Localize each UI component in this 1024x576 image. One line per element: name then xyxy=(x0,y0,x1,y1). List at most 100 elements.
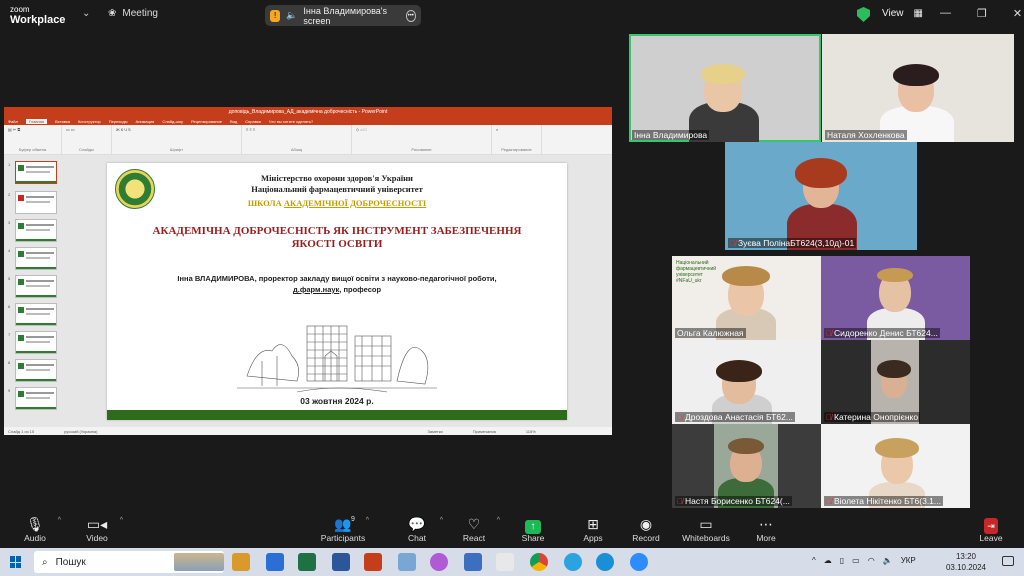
participants-button[interactable]: 👥 9 Participants ^ xyxy=(315,515,371,543)
security-app-icon[interactable] xyxy=(464,553,482,571)
battery-icon[interactable]: ▭ xyxy=(852,556,860,565)
slide-thumbnail[interactable]: 4 xyxy=(8,247,57,270)
ppt-tab[interactable]: Конструктор xyxy=(78,119,101,124)
zoom-taskbar-icon[interactable] xyxy=(630,553,648,571)
audio-button[interactable]: 🎙 Audio ^ xyxy=(7,515,63,543)
ppt-tab[interactable]: Слайд-шоу xyxy=(162,119,183,124)
caret-up-icon[interactable]: ^ xyxy=(497,517,500,524)
participant-tile[interactable]: Інна Владимирова xyxy=(629,34,821,142)
participant-tile[interactable]: 🎙̸ Сидоренко Денис БТ624... xyxy=(821,256,970,340)
excel-icon[interactable] xyxy=(298,553,316,571)
video-button[interactable]: ▭◂ Video ^ xyxy=(69,515,125,543)
edge-icon[interactable] xyxy=(596,553,614,571)
caret-up-icon[interactable]: ^ xyxy=(366,517,369,524)
close-icon[interactable]: ✕ xyxy=(1013,7,1022,20)
file-explorer-icon[interactable] xyxy=(232,553,250,571)
windows-start-icon[interactable] xyxy=(10,556,22,568)
ppt-tab[interactable]: Справка xyxy=(245,119,261,124)
react-button[interactable]: ♡ React ^ xyxy=(446,515,502,543)
logo-line2: Workplace xyxy=(10,14,66,26)
mail-icon[interactable] xyxy=(266,553,284,571)
slide-thumbnail[interactable]: 6 xyxy=(8,303,57,326)
paint-icon[interactable] xyxy=(398,553,416,571)
ribbon-group-label: Слайды xyxy=(79,147,94,152)
status-zoom[interactable]: 116% xyxy=(526,429,536,434)
ppt-tab[interactable]: Вид xyxy=(230,119,237,124)
powerpoint-icon[interactable] xyxy=(364,553,382,571)
minimize-icon[interactable]: — xyxy=(940,7,951,20)
slide-thumbnail[interactable]: 3 xyxy=(8,219,57,242)
video-camera-icon: ▭◂ xyxy=(86,516,108,532)
apps-button[interactable]: ⊞ Apps xyxy=(565,515,621,543)
status-comments[interactable]: Примечания xyxy=(473,429,496,434)
ppt-tab[interactable]: Вставка xyxy=(55,119,70,124)
record-button[interactable]: ◉ Record xyxy=(618,515,674,543)
network-icon[interactable]: ▯ xyxy=(840,556,844,565)
meeting-label: Meeting xyxy=(122,8,158,19)
participant-tile[interactable]: 🎙̸ Настя Борисенко БТ624(... xyxy=(672,424,821,508)
participant-tile[interactable]: 🎙̸ Зуєва ПолінаБТ624(3,10д)-01 xyxy=(725,142,917,250)
ribbon-group: Ж К Ч S Шрифт xyxy=(112,125,242,154)
ppt-tab[interactable]: Рецензирование xyxy=(191,119,222,124)
word-icon[interactable] xyxy=(332,553,350,571)
school-highlight: АКАДЕМІЧНОЇ ДОБРОЧЕСНОСТІ xyxy=(283,198,427,208)
slide-thumbnail[interactable]: 1 xyxy=(8,161,57,184)
whiteboards-button[interactable]: ▭ Whiteboards xyxy=(678,515,734,543)
security-shield-icon[interactable] xyxy=(857,7,870,22)
current-slide[interactable]: Міністерство охорони здоров'я України На… xyxy=(107,163,567,420)
school-prefix: ШКОЛА xyxy=(247,198,284,208)
ppt-tab[interactable]: Анимация xyxy=(136,119,155,124)
snipping-tool-icon[interactable] xyxy=(496,553,514,571)
video-label: Video xyxy=(86,533,108,543)
caret-up-icon[interactable]: ^ xyxy=(120,517,123,524)
status-notes[interactable]: Заметки xyxy=(427,429,442,434)
notification-icon[interactable] xyxy=(1002,556,1014,566)
search-highlight-image xyxy=(174,553,224,571)
slide-thumbnail[interactable]: 5 xyxy=(8,275,57,298)
chat-button[interactable]: 💬 Chat ^ xyxy=(389,515,445,543)
zoom-logo: zoom Workplace xyxy=(10,5,66,26)
chevron-down-icon[interactable]: ⌄ xyxy=(82,8,90,19)
restore-icon[interactable]: ❐ xyxy=(977,7,987,20)
ppt-tab[interactable]: Главная xyxy=(25,118,48,124)
ppt-tab[interactable]: Что вы хотите сделать? xyxy=(269,119,313,124)
record-label: Record xyxy=(632,533,660,543)
slide-thumbnail[interactable]: 9 xyxy=(8,387,57,410)
cloud-icon[interactable]: ☁ xyxy=(824,556,832,565)
participant-tile[interactable]: Національний фармацевтичний університет #… xyxy=(672,256,821,340)
shared-screen[interactable]: доповідь_Владимирова_АД_академічна добро… xyxy=(4,107,612,435)
volume-icon[interactable]: 🔈 xyxy=(883,556,893,565)
telegram-icon[interactable] xyxy=(564,553,582,571)
participant-tile[interactable]: Наталя Хохленкова xyxy=(822,34,1014,142)
participant-tile[interactable]: 🎙̸ Віолета Нікітенко БТ6(3.1... xyxy=(821,424,970,508)
leave-button[interactable]: ⇥ Leave xyxy=(963,515,1019,543)
chevron-up-icon[interactable]: ^ xyxy=(812,556,816,565)
slide-thumbnail[interactable]: 7 xyxy=(8,331,57,354)
mic-muted-icon: 🎙̸ xyxy=(677,496,683,506)
taskbar-search[interactable]: ⌕ Пошук xyxy=(34,551,224,573)
slide-thumbnail[interactable]: 8 xyxy=(8,359,57,382)
screen-share-banner[interactable]: ! 🔈 Інна Владимирова's screen ••• xyxy=(265,5,421,26)
more-options-icon[interactable]: ••• xyxy=(405,9,416,22)
app-icon[interactable] xyxy=(430,553,448,571)
speaker-line1: Інна ВЛАДИМИРОВА, проректор закладу вищо… xyxy=(177,274,497,283)
ppt-tab[interactable]: Файл xyxy=(8,119,18,124)
view-button[interactable]: View ▦ xyxy=(882,8,923,19)
participant-tile[interactable]: 🎙̸ Дроздова Анастасія БТ62... xyxy=(672,340,821,424)
share-button[interactable]: ↑ Share xyxy=(505,515,561,543)
participant-name: Ольга Калюжная xyxy=(677,328,744,338)
participant-tile[interactable]: 🎙̸ Катерина Онопрієнко xyxy=(821,340,970,424)
ppt-tab[interactable]: Переходы xyxy=(109,119,128,124)
more-button[interactable]: ⋯ More xyxy=(738,515,794,543)
wifi-icon[interactable]: ◠ xyxy=(868,556,875,565)
caret-up-icon[interactable]: ^ xyxy=(58,517,61,524)
caret-up-icon[interactable]: ^ xyxy=(440,517,443,524)
taskbar-clock[interactable]: 13:20 03.10.2024 xyxy=(944,551,988,573)
chrome-icon[interactable] xyxy=(530,553,548,571)
slide-thumbnail[interactable]: 2 xyxy=(8,191,57,214)
ribbon-group: ◇ ○ □ Рисование xyxy=(352,125,492,154)
keyboard-language[interactable]: УКР xyxy=(901,556,916,565)
participant-name: Катерина Онопрієнко xyxy=(834,412,919,422)
ribbon-group: ≡ ≡ ≡ Абзац xyxy=(242,125,352,154)
meeting-menu[interactable]: ❀ Meeting xyxy=(108,8,158,19)
